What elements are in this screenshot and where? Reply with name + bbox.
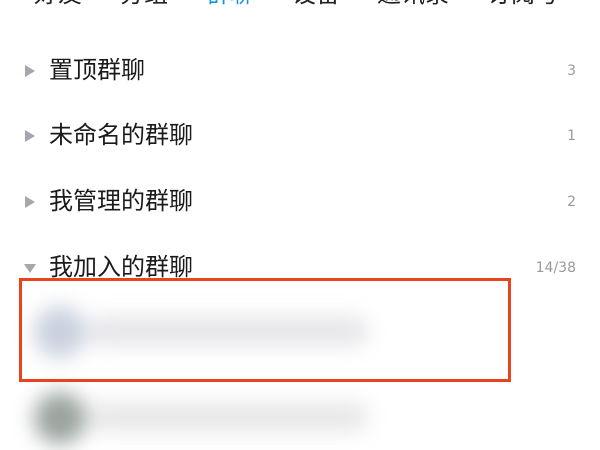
tab-devices[interactable]: 设备	[292, 0, 340, 10]
triangle-right-icon	[23, 195, 37, 209]
tab-address-book[interactable]: 通讯录	[377, 0, 449, 10]
blurred-content	[18, 384, 378, 450]
group-row-pinned[interactable]: 置顶群聊 3	[0, 49, 600, 93]
triangle-right-icon	[23, 64, 37, 78]
triangle-right-icon	[23, 129, 37, 143]
group-chat-item[interactable]	[18, 298, 378, 366]
triangle-down-icon	[23, 261, 37, 275]
tab-group-chats[interactable]: 群聊	[206, 0, 254, 10]
blurred-content	[18, 298, 378, 366]
group-title: 置顶群聊	[49, 56, 145, 84]
group-title: 我管理的群聊	[49, 187, 193, 215]
group-row-managed[interactable]: 我管理的群聊 2	[0, 180, 600, 224]
chat-name-placeholder	[88, 402, 368, 432]
group-count: 3	[567, 63, 576, 79]
tab-bar: 好友 分组 群聊 设备 通讯录 订阅号	[0, 0, 600, 18]
tab-friends[interactable]: 好友	[34, 0, 82, 10]
group-chat-item[interactable]	[18, 384, 378, 450]
group-row-unnamed[interactable]: 未命名的群聊 1	[0, 114, 600, 158]
group-row-joined[interactable]: 我加入的群聊 14/38	[0, 246, 600, 290]
group-count: 14/38	[535, 260, 576, 276]
chat-name-placeholder	[88, 316, 368, 346]
avatar	[34, 306, 86, 358]
group-count: 1	[567, 128, 576, 144]
contacts-screen: 好友 分组 群聊 设备 通讯录 订阅号 置顶群聊 3 未命名的群聊 1 我管理的…	[0, 0, 600, 450]
group-title: 我加入的群聊	[49, 253, 193, 281]
group-title: 未命名的群聊	[49, 121, 193, 149]
group-count: 2	[567, 194, 576, 210]
avatar	[34, 392, 86, 444]
tab-categories[interactable]: 分组	[120, 0, 168, 10]
tab-subscriptions[interactable]: 订阅号	[487, 0, 559, 10]
